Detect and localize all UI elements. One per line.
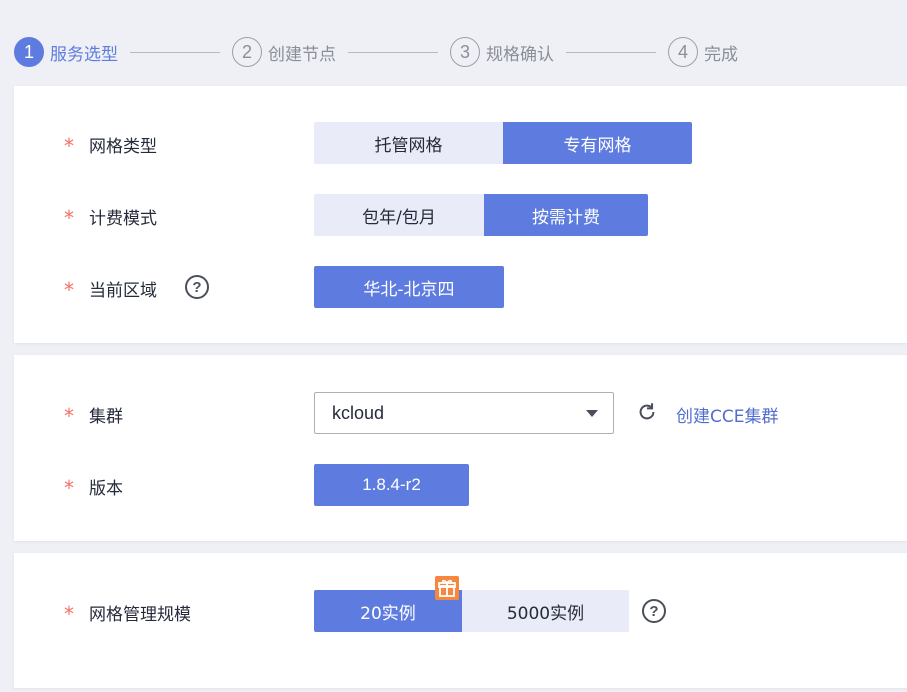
step-number: 4 <box>668 37 698 67</box>
version-row: * 版本 1.8.4-r2 <box>14 464 907 506</box>
mesh-type-selector: 托管网格 专有网格 <box>314 122 692 164</box>
mesh-scale-selector: 20实例 5000实例 <box>314 576 629 632</box>
step-divider <box>566 51 656 53</box>
create-cce-cluster-link[interactable]: 创建CCE集群 <box>676 402 778 427</box>
mesh-scale-row: * 网格管理规模 20实例 5000实例 ? <box>14 576 907 632</box>
step-1: 1 服务选型 <box>14 37 118 67</box>
question-circle-icon[interactable]: ? <box>185 275 209 299</box>
required-mark: * <box>64 476 74 500</box>
billing-mode-selector: 包年/包月 按需计费 <box>314 194 648 236</box>
billing-option-yearly-monthly[interactable]: 包年/包月 <box>314 194 484 236</box>
scale-option-5000[interactable]: 5000实例 <box>462 590 629 632</box>
mesh-type-option-dedicated[interactable]: 专有网格 <box>503 122 692 164</box>
step-3: 3 规格确认 <box>450 37 554 67</box>
step-label: 服务选型 <box>50 44 118 65</box>
mesh-type-row: * 网格类型 托管网格 专有网格 <box>14 122 907 164</box>
step-2: 2 创建节点 <box>232 37 336 67</box>
billing-mode-label: 计费模式 <box>89 209 157 229</box>
refresh-icon[interactable] <box>636 401 658 423</box>
billing-mode-row: * 计费模式 包年/包月 按需计费 <box>14 194 907 236</box>
step-divider <box>348 51 438 53</box>
step-divider <box>130 51 220 53</box>
mesh-type-option-hosted[interactable]: 托管网格 <box>314 122 503 164</box>
required-mark: * <box>64 134 74 158</box>
gift-icon <box>435 576 459 600</box>
scale-config-card: * 网格管理规模 20实例 5000实例 ? <box>14 553 907 688</box>
billing-option-on-demand[interactable]: 按需计费 <box>484 194 648 236</box>
scale-option-label: 20实例 <box>360 603 416 624</box>
region-option[interactable]: 华北-北京四 <box>314 266 504 308</box>
scale-option-20[interactable]: 20实例 <box>314 576 462 632</box>
required-mark: * <box>64 278 74 302</box>
mesh-scale-label: 网格管理规模 <box>89 605 191 625</box>
version-option[interactable]: 1.8.4-r2 <box>314 464 469 506</box>
required-mark: * <box>64 206 74 230</box>
cluster-select-value: kcloud <box>332 402 385 423</box>
wizard-steps: 1 服务选型 2 创建节点 3 规格确认 4 完成 <box>14 36 738 68</box>
region-row: * 当前区域 ? 华北-北京四 <box>14 266 907 308</box>
question-circle-icon[interactable]: ? <box>642 599 666 623</box>
required-mark: * <box>64 602 74 626</box>
step-4: 4 完成 <box>668 37 738 67</box>
required-mark: * <box>64 404 74 428</box>
region-label: 当前区域 <box>89 281 157 301</box>
basic-config-card: * 网格类型 托管网格 专有网格 * 计费模式 包年/包月 按需计费 * 当前区… <box>14 86 907 343</box>
version-selector: 1.8.4-r2 <box>314 464 469 506</box>
cluster-label: 集群 <box>89 407 123 427</box>
version-label: 版本 <box>89 479 123 499</box>
mesh-type-label: 网格类型 <box>89 137 157 157</box>
caret-down-icon <box>586 410 598 417</box>
cluster-row: * 集群 kcloud 创建CCE集群 <box>14 392 907 434</box>
cluster-select[interactable]: kcloud <box>314 392 614 434</box>
step-number: 1 <box>14 37 44 67</box>
region-selector: 华北-北京四 <box>314 266 504 308</box>
step-number: 3 <box>450 37 480 67</box>
step-label: 创建节点 <box>268 44 336 65</box>
step-label: 规格确认 <box>486 44 554 65</box>
step-label: 完成 <box>704 44 738 65</box>
step-number: 2 <box>232 37 262 67</box>
cluster-config-card: * 集群 kcloud 创建CCE集群 * 版本 1.8.4-r2 <box>14 355 907 541</box>
